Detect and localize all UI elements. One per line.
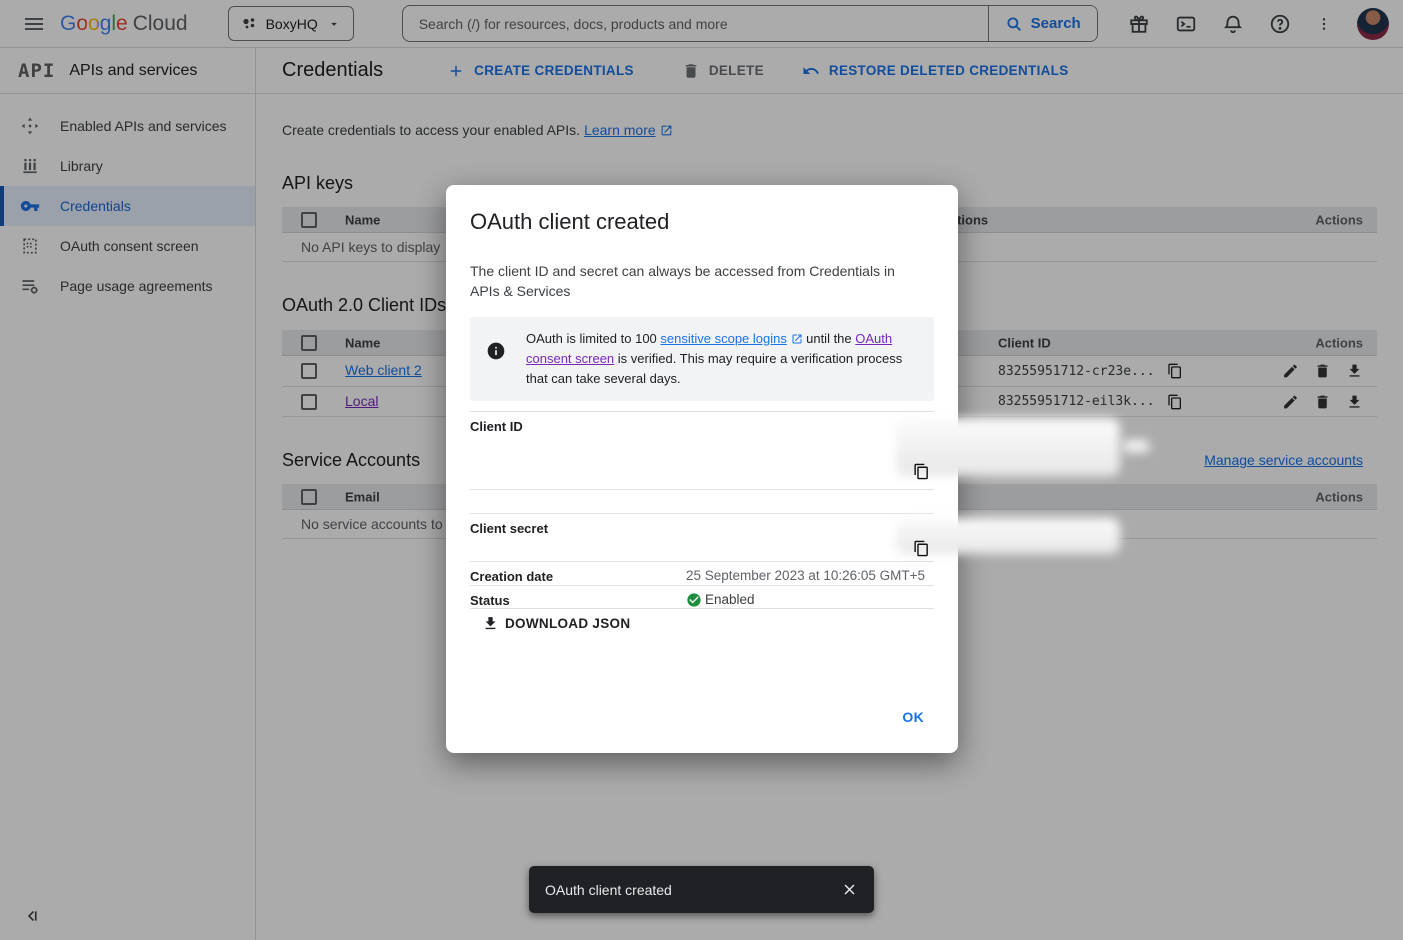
sensitive-scope-logins-link[interactable]: sensitive scope logins [660,331,786,346]
status-label: Status [470,586,686,608]
copy-client-id-icon[interactable] [913,463,930,480]
notice-part: until the [803,331,856,346]
dialog-title: OAuth client created [470,209,934,235]
verification-notice: OAuth is limited to 100 sensitive scope … [470,317,934,401]
external-link-icon [791,333,803,345]
client-id-label: Client ID [470,412,686,489]
status-value: Enabled [705,592,755,607]
status-row: Status Enabled [470,585,934,609]
dialog-fields: Client ID Client secret Creation date 25… [470,411,934,609]
check-circle-icon [686,592,702,608]
toast-close-button[interactable] [832,873,866,907]
ok-button[interactable]: OK [892,703,934,731]
creation-date-label: Creation date [470,562,686,585]
notice-text: OAuth is limited to 100 sensitive scope … [526,329,918,389]
toast-message: OAuth client created [545,882,672,898]
creation-date-value: 25 September 2023 at 10:26:05 GMT+5 [686,562,934,585]
client-secret-label: Client secret [470,514,686,561]
download-json-label: DOWNLOAD JSON [505,616,630,631]
row-spacer [470,489,934,513]
client-id-redacted [1122,440,1150,453]
download-json-button[interactable]: DOWNLOAD JSON [482,615,630,632]
notice-part: OAuth is limited to 100 [526,331,660,346]
info-icon [486,341,506,361]
close-icon [841,881,858,898]
oauth-client-created-dialog: OAuth client created The client ID and s… [446,185,958,753]
download-icon [482,615,499,632]
copy-client-secret-icon[interactable] [913,540,930,557]
creation-date-row: Creation date 25 September 2023 at 10:26… [470,561,934,585]
snackbar-toast: OAuth client created [529,866,874,913]
client-secret-row: Client secret [470,513,934,561]
dialog-subtitle: The client ID and secret can always be a… [470,261,922,301]
client-id-row: Client ID [470,411,934,489]
